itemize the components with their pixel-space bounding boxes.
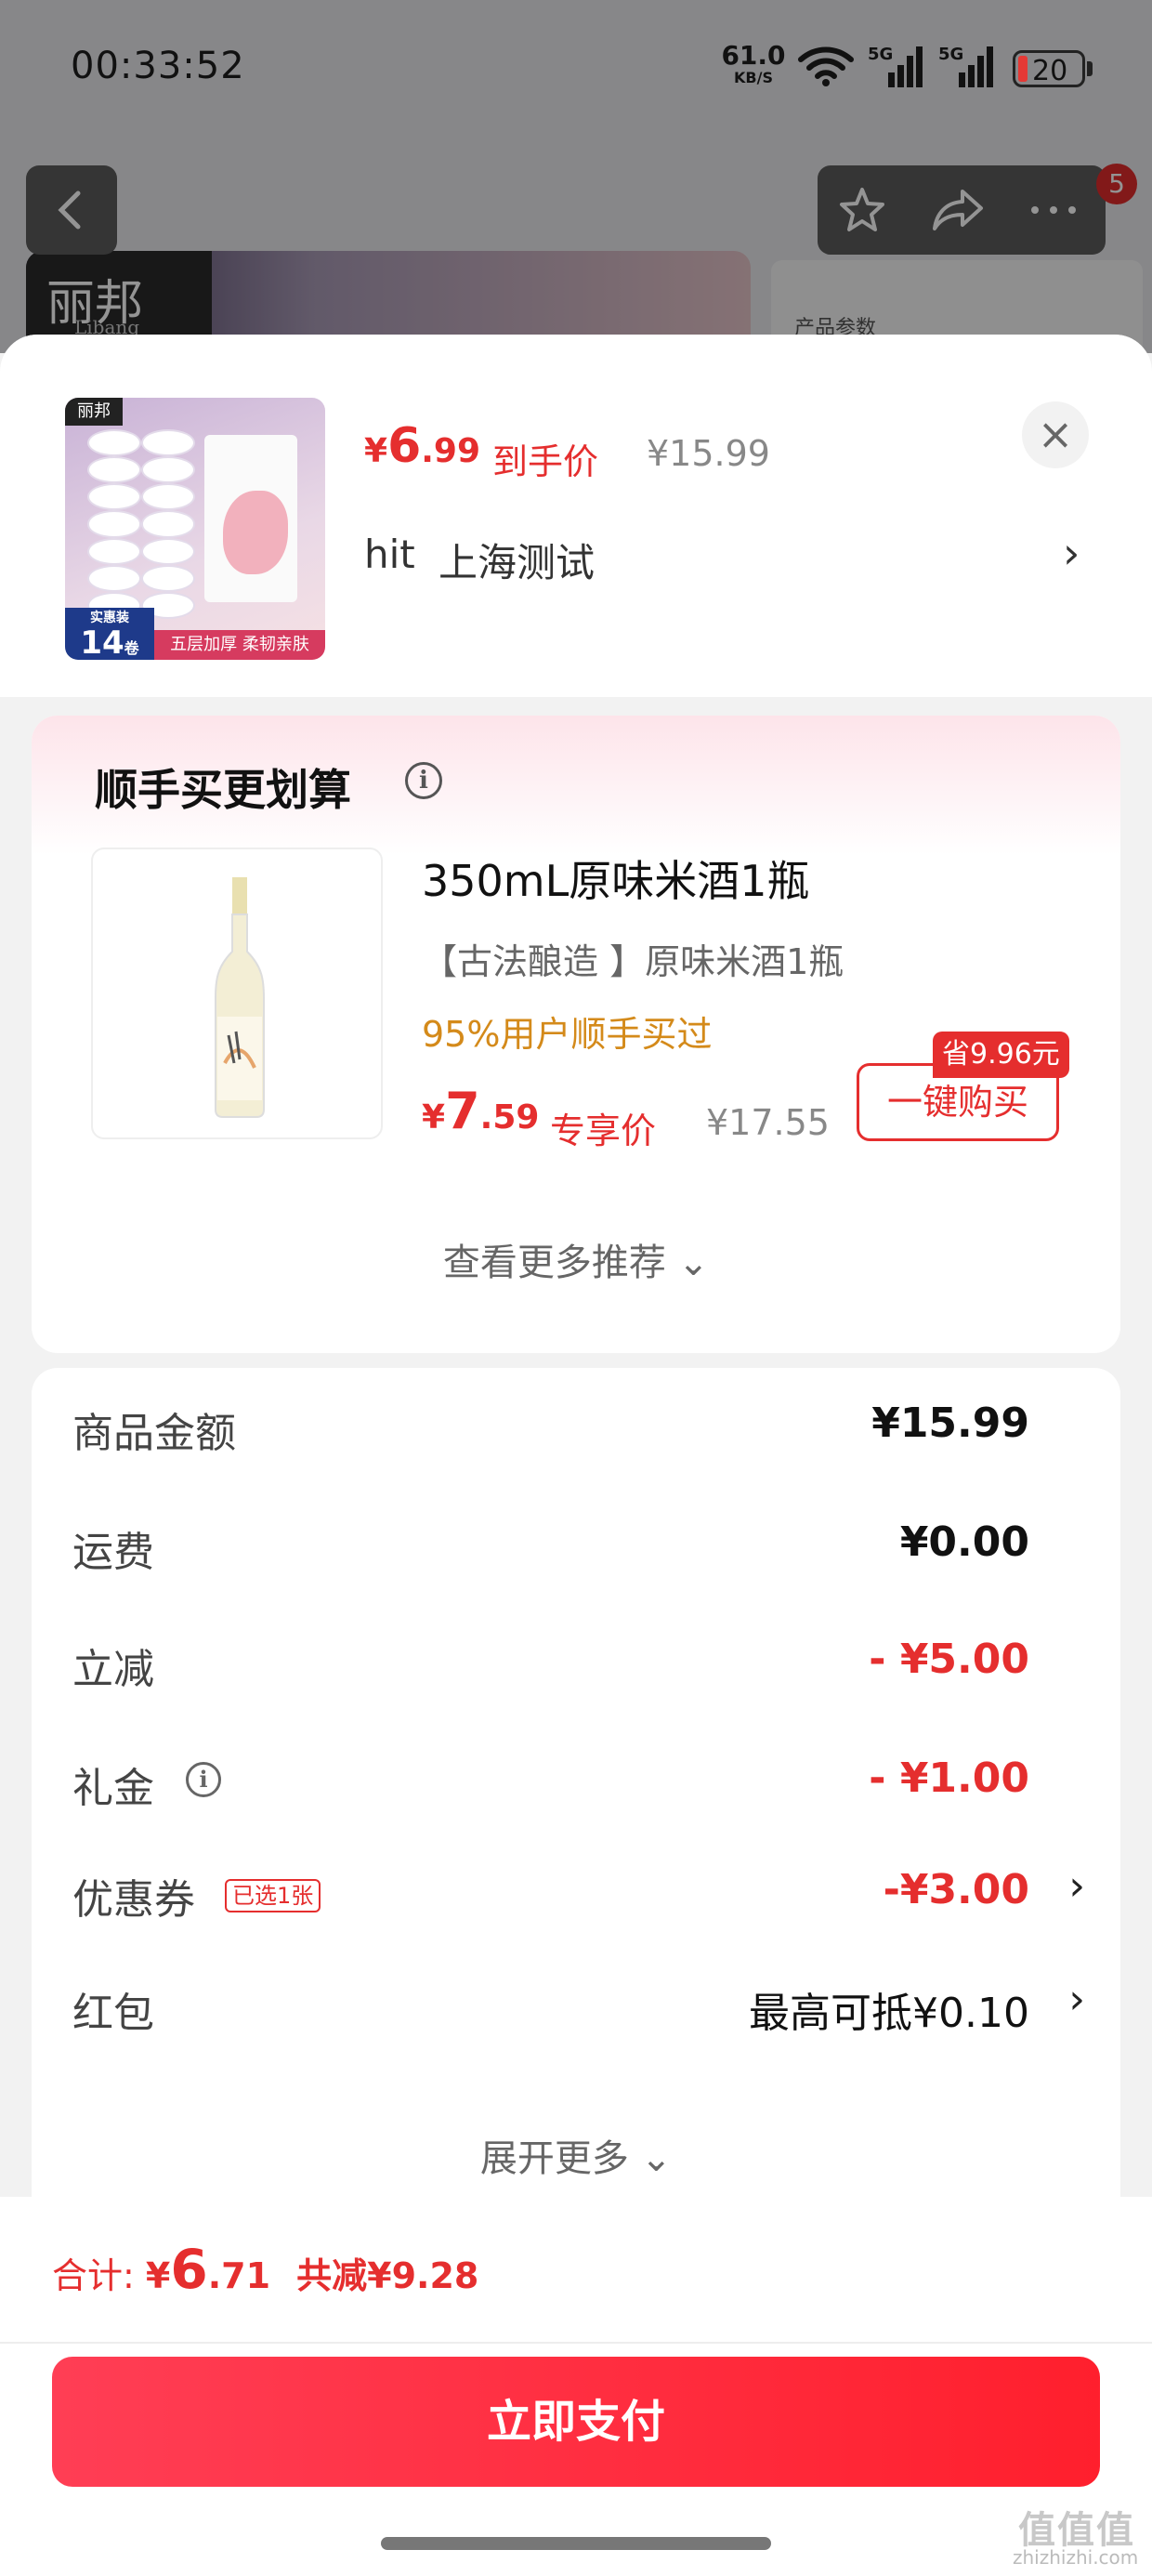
chevron-right-icon: › bbox=[1063, 528, 1080, 578]
net-speed: 61.0 KB/S bbox=[721, 43, 786, 85]
recommendation-subtitle: 【古法酿造 】原味米酒1瓶 bbox=[422, 941, 844, 982]
signal-icon-2: 5G bbox=[938, 45, 993, 87]
original-price: ¥15.99 bbox=[647, 433, 770, 474]
network-type-1: 5G bbox=[868, 45, 893, 64]
recommendation-price-label: 专享价 bbox=[550, 1111, 657, 1151]
recommendation-price: ¥7.59 bbox=[422, 1082, 539, 1140]
total-decimal: .71 bbox=[207, 2255, 271, 2296]
total-currency: ¥ bbox=[145, 2255, 171, 2296]
summary-value: ¥15.99 bbox=[871, 1400, 1029, 1447]
checkout-footer: 合计: ¥6.71 共减¥9.28 立即支付 bbox=[0, 2197, 1152, 2576]
signal-icon: 5G bbox=[868, 45, 923, 87]
summary-value: -¥3.00 bbox=[883, 1866, 1029, 1913]
summary-value: ¥0.00 bbox=[899, 1518, 1029, 1566]
address-detail: 上海测试 bbox=[439, 540, 596, 585]
product-price: ¥6.99 bbox=[364, 418, 480, 474]
chevron-down-icon: ⌄ bbox=[677, 1242, 710, 1284]
price-currency: ¥ bbox=[364, 432, 388, 470]
summary-row-goods-amount: 商品金额 ¥15.99 bbox=[72, 1390, 1085, 1461]
sheet-header: 丽邦 实惠装 14卷 五层加厚 柔韧亲肤 ¥6.99 到手价 ¥15.99 × … bbox=[0, 335, 1152, 697]
price-decimal: .99 bbox=[421, 432, 481, 470]
summary-value: - ¥1.00 bbox=[869, 1755, 1029, 1802]
thumb-count-badge: 实惠装 14卷 bbox=[65, 608, 154, 660]
rec-price-currency: ¥ bbox=[422, 1098, 446, 1137]
recommendation-original-price: ¥17.55 bbox=[706, 1102, 830, 1143]
status-time: 00:33:52 bbox=[71, 45, 245, 87]
recommendation-name: 350mL原味米酒1瓶 bbox=[422, 856, 810, 906]
info-icon[interactable]: i bbox=[405, 762, 442, 799]
summary-row-gift-money: 礼金 i - ¥1.00 bbox=[72, 1745, 1085, 1816]
total-label: 合计: bbox=[52, 2255, 135, 2296]
thumb-count-unit: 卷 bbox=[124, 639, 139, 657]
status-bar: 00:33:52 61.0 KB/S 5G 5G 20 bbox=[0, 0, 1152, 139]
battery-fill bbox=[1018, 56, 1028, 82]
summary-label: 红包 bbox=[72, 1990, 154, 2037]
close-icon: × bbox=[1037, 409, 1074, 459]
view-more-recommendations[interactable]: 查看更多推荐 ⌄ bbox=[32, 1232, 1120, 1286]
thumb-brand: 丽邦 bbox=[65, 398, 123, 426]
summary-value: 最高可抵¥0.10 bbox=[749, 1990, 1029, 2037]
address-name: hit bbox=[364, 532, 415, 577]
battery-icon: 20 bbox=[1013, 50, 1085, 87]
recommendation-card: 顺手买更划算 i 350mL原味米酒1瓶 【古法酿造 】原味米酒1瓶 95%用户… bbox=[32, 716, 1120, 1353]
thumb-count: 14 bbox=[80, 624, 124, 660]
summary-row-shipping: 运费 ¥0.00 bbox=[72, 1509, 1085, 1580]
chevron-right-icon: › bbox=[1068, 1862, 1085, 1910]
order-summary-card: 商品金额 ¥15.99 运费 ¥0.00 立减 - ¥5.00 礼金 i - ¥… bbox=[32, 1368, 1120, 2204]
home-indicator[interactable] bbox=[381, 2537, 771, 2550]
summary-row-red-packet[interactable]: 红包 最高可抵¥0.10 › bbox=[72, 1970, 1085, 2041]
total-integer: 6 bbox=[170, 2238, 208, 2301]
summary-label: 商品金额 bbox=[72, 1410, 236, 1457]
summary-label: 优惠券 bbox=[72, 1876, 195, 1924]
wifi-icon bbox=[798, 46, 854, 86]
package-image bbox=[204, 435, 297, 602]
network-type-2: 5G bbox=[938, 45, 963, 64]
chevron-right-icon: › bbox=[1068, 1976, 1085, 2023]
rec-price-decimal: .59 bbox=[479, 1098, 540, 1137]
product-thumbnail[interactable]: 丽邦 实惠装 14卷 五层加厚 柔韧亲肤 bbox=[65, 398, 325, 660]
info-icon[interactable]: i bbox=[186, 1762, 221, 1797]
rec-price-integer: 7 bbox=[445, 1082, 480, 1140]
battery-tip bbox=[1087, 61, 1093, 76]
pay-now-button[interactable]: 立即支付 bbox=[52, 2357, 1100, 2487]
price-label: 到手价 bbox=[492, 441, 599, 482]
price-integer: 6 bbox=[387, 418, 422, 474]
watermark-text: zhizhizhi.com bbox=[1013, 2546, 1139, 2569]
expand-more-label: 展开更多 bbox=[479, 2137, 629, 2180]
net-speed-unit: KB/S bbox=[734, 69, 773, 86]
view-more-label: 查看更多推荐 bbox=[442, 1242, 666, 1284]
summary-row-coupon[interactable]: 优惠券 已选1张 -¥3.00 › bbox=[72, 1857, 1085, 1927]
summary-label: 运费 bbox=[72, 1529, 154, 1576]
summary-value: - ¥5.00 bbox=[869, 1636, 1029, 1683]
toilet-roll-image bbox=[89, 431, 193, 617]
rice-wine-bottle-image bbox=[215, 877, 265, 1118]
thumb-tagline: 五层加厚 柔韧亲肤 bbox=[154, 630, 325, 660]
summary-label: 立减 bbox=[72, 1646, 154, 1693]
summary-label: 礼金 bbox=[72, 1765, 154, 1812]
recommendation-tag: 95%用户顺手买过 bbox=[422, 1014, 713, 1055]
total-line: 合计: ¥6.71 共减¥9.28 bbox=[52, 2238, 478, 2301]
summary-row-instant-discount: 立减 - ¥5.00 bbox=[72, 1626, 1085, 1697]
net-speed-value: 61.0 bbox=[721, 40, 786, 71]
total-saved: 共减¥9.28 bbox=[296, 2255, 479, 2296]
chevron-down-icon: ⌄ bbox=[640, 2137, 673, 2180]
thumb-count-label: 实惠装 bbox=[90, 611, 129, 625]
close-button[interactable]: × bbox=[1022, 401, 1089, 468]
expand-more[interactable]: 展开更多 ⌄ bbox=[32, 2128, 1120, 2182]
battery-level: 20 bbox=[1032, 55, 1068, 87]
save-badge: 省9.96元 bbox=[933, 1032, 1069, 1078]
recommendation-title: 顺手买更划算 bbox=[95, 765, 351, 815]
coupon-selected-tag: 已选1张 bbox=[225, 1879, 321, 1912]
recommendation-image[interactable] bbox=[91, 848, 383, 1139]
divider bbox=[0, 2342, 1152, 2344]
address-row[interactable]: hit 上海测试 › bbox=[364, 515, 1089, 585]
